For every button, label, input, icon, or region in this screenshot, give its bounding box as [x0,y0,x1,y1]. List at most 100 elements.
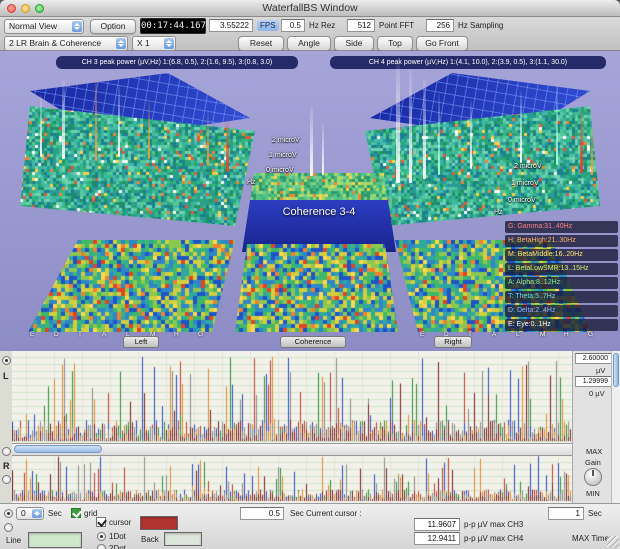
minimize-button[interactable] [21,4,30,13]
angle-button[interactable]: Angle [287,36,331,51]
right-channel-radio[interactable] [2,475,11,484]
display-mode-select[interactable]: 2 LR Brain & Coherence [4,36,128,51]
left-channel-label: L [3,371,9,381]
power-spike [580,107,583,173]
right-scale-0uv: 0 microV [508,197,536,204]
power-spike [310,106,313,176]
back-color-swatch[interactable] [164,532,202,546]
center-scale-2uv: 2 microV [272,137,300,144]
power-spike [95,69,97,161]
legend-item: A: Alpha:8..12Hz [505,277,618,289]
reset-button[interactable]: Reset [238,36,284,51]
view-mode-select[interactable]: Normal View [4,19,84,34]
left-channel-radio[interactable] [2,356,11,365]
splitter-radio[interactable] [2,447,11,456]
ch3-pp-caption: p-p µV max CH3 [464,520,524,529]
gain-knob[interactable] [584,468,602,486]
freq-band-tick: D [54,331,59,338]
hscroll-thumb[interactable] [14,445,102,453]
dot2-radio[interactable] [97,544,106,549]
legend-item: L: BetaLowSMR:13..15Hz [505,263,618,275]
channel-splitter[interactable] [12,443,572,456]
uv-max-field[interactable]: 2.60000 [575,353,612,364]
ch4-pp-caption: p-p µV max CH4 [464,534,524,543]
time-scale-radio-1[interactable] [4,509,13,518]
right-scale-2uv: 2 microV [514,163,542,170]
frequency-band-legend: G: Gamma:31..40Hz H: BetaHigh:21..30Hz M… [505,221,618,333]
right-panel-button[interactable]: Right [434,336,472,348]
hz-rez-field[interactable]: 0.5 [281,19,305,32]
hz-axis-label: Hz [494,209,503,216]
stepper-arrows-icon [116,38,126,49]
power-spike [591,123,593,175]
dot1-radio[interactable] [97,532,106,541]
coherence-panel-button[interactable]: Coherence [280,336,346,348]
right-channel-label: R [3,461,10,471]
title-bar[interactable]: WaterfallBS Window [0,0,620,17]
top-button[interactable]: Top [377,36,413,51]
sec-label: Sec [48,509,62,518]
gain-label: Gain [585,458,601,467]
power-spike [322,123,324,175]
resize-grip[interactable] [607,536,619,548]
dot2-label: 2Dot [109,544,126,549]
legend-item: H: BetaHigh:21..30Hz [505,235,618,247]
power-spike [409,69,412,183]
cursor-color-swatch[interactable] [140,516,178,530]
ch4-peak-label: CH 4 peak power (µV,Hz) 1:(4.1, 10.0), 2… [330,56,606,69]
legend-item: T: Theta:5..7Hz [505,291,618,303]
grid-checkbox[interactable] [71,508,81,518]
power-spike [520,91,522,163]
max-time-label: MAX Time [572,534,609,543]
line-color-swatch[interactable] [28,532,82,548]
freq-band-tick: E [30,331,35,338]
cursor-checkbox[interactable] [96,517,106,527]
power-spike [438,93,440,175]
zoom-button[interactable] [35,4,44,13]
power-spike [148,101,150,159]
freq-band-tick: A [492,331,497,338]
stepper-arrows-icon [72,21,82,32]
vertical-scrollbar[interactable] [611,351,620,503]
sampling-field[interactable]: 256 [426,19,454,32]
power-spike [423,79,426,179]
window-title: WaterfallBS Window [262,2,358,14]
power-spike [207,111,209,166]
waveform-canvas[interactable] [12,351,572,503]
power-spike [62,79,65,159]
power-spike [118,85,120,157]
zoom-scale-select[interactable]: X 1 [132,36,176,51]
gain-max-label: MAX [586,447,603,456]
vscroll-thumb[interactable] [613,353,619,387]
waveform-panel: L R 2.60000 µV 1.29999 0 µV MAX Gain MIN [0,351,620,503]
go-front-button[interactable]: Go Front [416,36,468,51]
stepper-arrows-icon [32,509,42,518]
gain-controls: 2.60000 µV 1.29999 0 µV MAX Gain MIN [572,351,620,503]
window-sec-field[interactable]: 1 [548,507,584,520]
left-panel-button[interactable]: Left [123,336,159,348]
close-button[interactable] [7,4,16,13]
ch4-pp-field: 12.9411 [414,532,460,545]
fps-value-field[interactable]: 3.55222 [209,19,253,32]
scene-3d-view[interactable]: CH 3 peak power (µV,Hz) 1:(6.8, 0.5), 2:… [0,51,620,351]
sec-offset-select[interactable]: 0 [16,507,44,520]
sampling-label: Hz Sampling [458,21,504,30]
hz-rez-label: Hz Rez [309,21,336,30]
freq-band-tick: H [174,331,179,338]
dot1-label: 1Dot [109,532,126,541]
uv-unit-label: µV [596,366,606,375]
time-scale-radio-2[interactable] [4,523,13,532]
coherence-title: Coherence 3-4 [282,206,356,218]
uv-mid-field[interactable]: 1.29999 [575,376,612,387]
window-sec-label: Sec [588,509,602,518]
freq-band-tick: A [102,331,107,338]
side-button[interactable]: Side [334,36,374,51]
power-spike [470,101,472,169]
center-scale-1uv: 1 microV [269,152,297,159]
freq-band-tick: E [420,331,425,338]
legend-item: D: Delta:2..4Hz [505,305,618,317]
legend-item: M: BetaMiddle:16..20Hz [505,249,618,261]
fft-points-field[interactable]: 512 [347,19,375,32]
current-cursor-field[interactable]: 0.5 [240,507,284,520]
option-button[interactable]: Option [90,19,136,34]
